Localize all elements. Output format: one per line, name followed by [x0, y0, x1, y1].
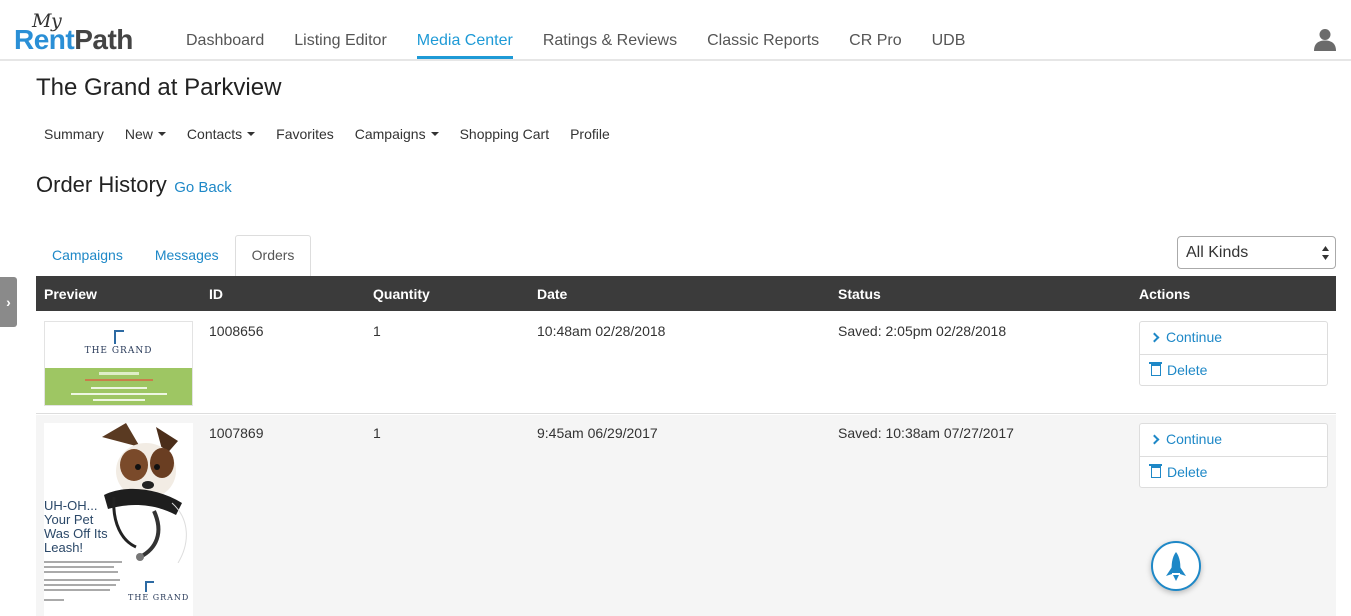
continue-button[interactable]: Continue — [1140, 424, 1327, 456]
tab-campaigns[interactable]: Campaigns — [36, 235, 139, 276]
subnav-campaigns[interactable]: Campaigns — [355, 125, 439, 143]
property-subnav: Summary New Contacts Favorites Campaigns… — [44, 125, 631, 143]
table-row: THE GRAND 1008656 1 10:48am 02/28/2018 S… — [36, 313, 1336, 414]
nav-item-listing-editor[interactable]: Listing Editor — [294, 0, 387, 60]
orders-table-header: Preview ID Quantity Date Status Actions — [36, 276, 1336, 311]
preview-contact-band — [45, 368, 192, 405]
main-nav: Dashboard Listing Editor Media Center Ra… — [186, 0, 995, 60]
chevron-right-icon — [1149, 434, 1160, 445]
brand-mark-icon — [114, 330, 124, 344]
caret-down-icon — [247, 132, 256, 137]
nav-item-dashboard[interactable]: Dashboard — [186, 0, 264, 60]
page-title: Order History — [36, 172, 167, 197]
trash-icon — [1149, 464, 1162, 478]
order-id: 1007869 — [209, 425, 264, 441]
preview-headline: UH-OH... Your Pet Was Off Its Leash! — [44, 498, 108, 555]
column-header-actions: Actions — [1139, 286, 1191, 302]
brand-mark-icon — [145, 581, 154, 592]
continue-button[interactable]: Continue — [1140, 322, 1327, 354]
subnav-contacts[interactable]: Contacts — [187, 125, 256, 143]
subnav-shopping-cart[interactable]: Shopping Cart — [460, 125, 550, 143]
chevron-right-icon — [1149, 332, 1160, 343]
kind-filter-select[interactable]: All Kinds — [1177, 236, 1336, 269]
order-quantity: 1 — [373, 323, 381, 339]
column-header-quantity: Quantity — [373, 286, 430, 302]
order-actions: Continue Delete — [1139, 423, 1328, 488]
preview-brand-text: THE GRAND — [84, 346, 153, 356]
subnav-summary[interactable]: Summary — [44, 125, 104, 143]
order-quantity: 1 — [373, 425, 381, 441]
order-date: 9:45am 06/29/2017 — [537, 425, 658, 441]
order-status: Saved: 10:38am 07/27/2017 — [838, 425, 1014, 441]
logo-path: Path — [74, 24, 133, 55]
select-arrows-icon — [1322, 246, 1329, 260]
myrentpath-logo[interactable]: My RentPath — [14, 10, 162, 56]
nav-item-ratings-reviews[interactable]: Ratings & Reviews — [543, 0, 677, 60]
column-header-status: Status — [838, 286, 881, 302]
history-tabs: Campaigns Messages Orders — [36, 235, 312, 276]
order-preview-thumbnail[interactable]: UH-OH... Your Pet Was Off Its Leash! THE… — [44, 423, 193, 616]
trash-icon — [1149, 362, 1162, 376]
caret-down-icon — [430, 132, 439, 137]
column-header-date: Date — [537, 286, 568, 302]
sidebar-toggle-button[interactable]: › — [0, 277, 17, 327]
caret-down-icon — [157, 132, 166, 137]
page-heading-row: Order History Go Back — [36, 172, 232, 198]
go-back-link[interactable]: Go Back — [174, 179, 232, 196]
order-preview-thumbnail[interactable]: THE GRAND — [44, 321, 193, 406]
kind-filter-value: All Kinds — [1186, 244, 1249, 261]
order-date: 10:48am 02/28/2018 — [537, 323, 666, 339]
logo-rent: Rent — [14, 24, 75, 55]
order-id: 1008656 — [209, 323, 264, 339]
subnav-profile[interactable]: Profile — [570, 125, 610, 143]
tab-orders[interactable]: Orders — [234, 235, 312, 276]
user-icon[interactable] — [1313, 27, 1337, 51]
top-navbar: My RentPath Dashboard Listing Editor Med… — [0, 0, 1351, 61]
column-header-id: ID — [209, 286, 223, 302]
nav-item-cr-pro[interactable]: CR Pro — [849, 0, 901, 60]
column-header-preview: Preview — [44, 286, 97, 302]
nav-item-udb[interactable]: UDB — [932, 0, 966, 60]
tab-messages[interactable]: Messages — [139, 235, 235, 276]
rocket-launch-button[interactable] — [1151, 541, 1201, 591]
property-title: The Grand at Parkview — [36, 74, 282, 101]
nav-item-media-center[interactable]: Media Center — [416, 0, 513, 60]
nav-item-classic-reports[interactable]: Classic Reports — [707, 0, 819, 60]
chevron-right-icon: › — [6, 294, 11, 310]
rocket-icon — [1166, 552, 1186, 581]
subnav-new[interactable]: New — [125, 125, 166, 143]
preview-brand-text: THE GRAND — [128, 593, 190, 602]
order-status: Saved: 2:05pm 02/28/2018 — [838, 323, 1007, 339]
subnav-favorites[interactable]: Favorites — [276, 125, 334, 143]
delete-button[interactable]: Delete — [1140, 354, 1327, 386]
order-actions: Continue Delete — [1139, 321, 1328, 386]
delete-button[interactable]: Delete — [1140, 456, 1327, 488]
table-row: UH-OH... Your Pet Was Off Its Leash! THE… — [36, 415, 1336, 616]
